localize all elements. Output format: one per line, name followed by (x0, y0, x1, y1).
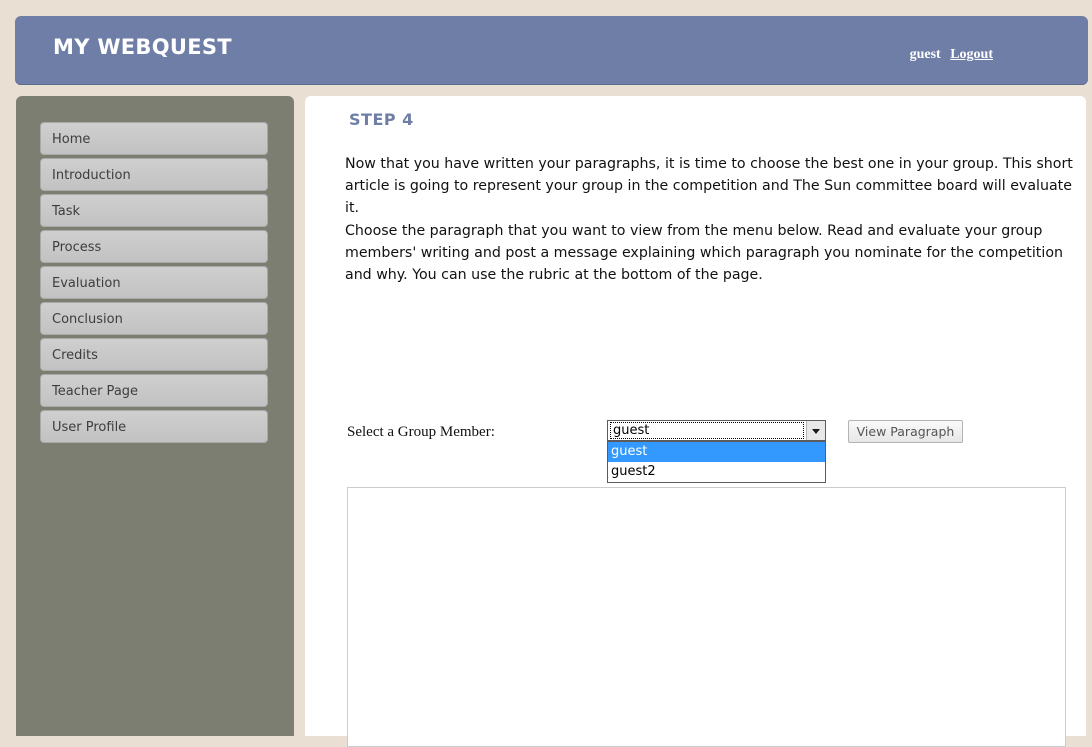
sidebar-item-conclusion[interactable]: Conclusion (40, 302, 268, 335)
paragraph-display-area (347, 487, 1066, 747)
sidebar-item-evaluation[interactable]: Evaluation (40, 266, 268, 299)
chevron-down-icon[interactable] (806, 421, 825, 440)
dropdown-option-guest[interactable]: guest (608, 442, 825, 462)
sidebar-item-process[interactable]: Process (40, 230, 268, 263)
site-title: MY WEBQUEST (53, 35, 232, 59)
sidebar-item-task[interactable]: Task (40, 194, 268, 227)
group-member-select[interactable]: guest (607, 420, 826, 441)
site-header: MY WEBQUEST guest Logout (15, 16, 1088, 85)
main-content: STEP 4 Now that you have written your pa… (305, 96, 1086, 747)
sidebar-item-credits[interactable]: Credits (40, 338, 268, 371)
select-member-label: Select a Group Member: (347, 424, 495, 440)
user-area: guest Logout (910, 47, 993, 63)
sidebar-item-teacher-page[interactable]: Teacher Page (40, 374, 268, 407)
instructions-paragraph-2: Choose the paragraph that you want to vi… (345, 222, 1063, 284)
username: guest (909, 47, 941, 62)
instructions-paragraph-1: Now that you have written your paragraph… (345, 156, 1073, 217)
sidebar-item-user-profile[interactable]: User Profile (40, 410, 268, 443)
logout-link[interactable]: Logout (950, 47, 993, 62)
instructions-text: Now that you have written your paragraph… (345, 153, 1080, 286)
sidebar: Home Introduction Task Process Evaluatio… (16, 96, 294, 736)
select-current-value: guest (610, 422, 804, 439)
sidebar-item-home[interactable]: Home (40, 122, 268, 155)
page-title: STEP 4 (349, 110, 414, 129)
group-member-dropdown: guest guest2 (607, 441, 826, 483)
sidebar-item-introduction[interactable]: Introduction (40, 158, 268, 191)
view-paragraph-button[interactable]: View Paragraph (848, 420, 963, 443)
dropdown-option-guest2[interactable]: guest2 (608, 462, 825, 482)
